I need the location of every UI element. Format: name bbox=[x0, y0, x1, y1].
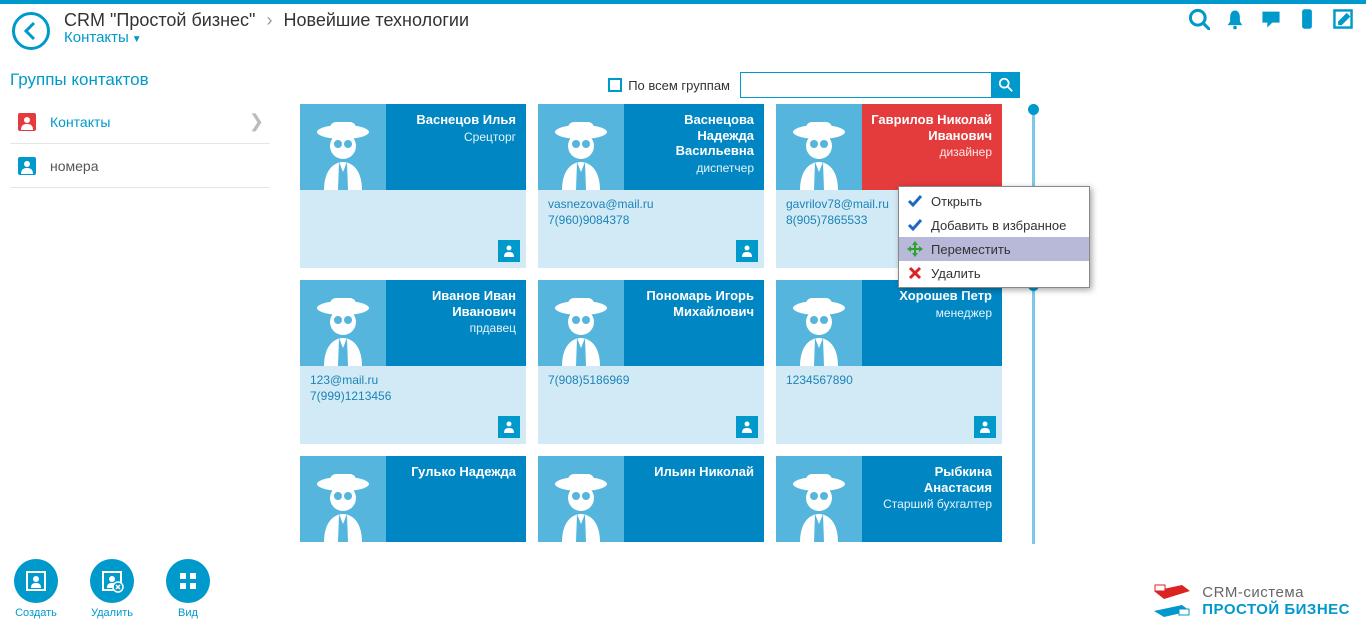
footer-actions: Создать Удалить Вид bbox=[14, 559, 210, 619]
contact-role: прдавец bbox=[394, 321, 516, 335]
contact-role: менеджер bbox=[870, 306, 992, 320]
contact-name: Хорошев Петр bbox=[870, 288, 992, 304]
chevron-down-icon: ▼ bbox=[132, 34, 142, 45]
contact-role: диспетчер bbox=[632, 161, 754, 175]
avatar-icon bbox=[300, 456, 386, 542]
contact-name: Васнецова Надежда Васильевна bbox=[632, 112, 754, 159]
contact-email[interactable]: 1234567890 bbox=[786, 372, 992, 388]
contacts-grid: Васнецов Илья Срецторг Васнецова Надежда… bbox=[300, 104, 1020, 620]
context-menu-item[interactable]: Добавить в избранное bbox=[899, 213, 1089, 237]
avatar-icon bbox=[776, 456, 862, 542]
contact-name: Ильин Николай bbox=[632, 464, 754, 480]
contact-role: Срецторг bbox=[394, 130, 516, 144]
chat-icon[interactable] bbox=[1258, 6, 1284, 32]
avatar-icon bbox=[538, 456, 624, 542]
contact-card[interactable]: Васнецов Илья Срецторг bbox=[300, 104, 526, 268]
delete-button[interactable]: Удалить bbox=[90, 559, 134, 619]
top-toolbar bbox=[1186, 6, 1356, 32]
create-button[interactable]: Создать bbox=[14, 559, 58, 619]
contacts-icon bbox=[14, 109, 40, 135]
move-icon bbox=[907, 241, 923, 257]
checkbox-icon bbox=[608, 78, 622, 92]
sidebar-item-label: номера bbox=[50, 158, 264, 174]
contact-details-button[interactable] bbox=[974, 416, 996, 438]
contact-card[interactable]: Васнецова Надежда Васильевна диспетчер v… bbox=[538, 104, 764, 268]
contact-card[interactable]: Хорошев Петр менеджер 1234567890 bbox=[776, 280, 1002, 444]
contact-role: Старший бухгалтер bbox=[870, 497, 992, 511]
search-input[interactable] bbox=[740, 72, 992, 98]
contact-name: Пономарь Игорь Михайлович bbox=[632, 288, 754, 319]
sidebar-item-label: Контакты bbox=[50, 114, 249, 130]
contact-details-button[interactable] bbox=[736, 416, 758, 438]
contact-name: Гаврилов Николай Иванович bbox=[870, 112, 992, 143]
avatar-icon bbox=[300, 104, 386, 190]
back-button[interactable] bbox=[12, 12, 50, 50]
contact-phone[interactable]: 7(999)1213456 bbox=[310, 388, 516, 404]
avatar-icon bbox=[776, 104, 862, 190]
context-menu-item[interactable]: Удалить bbox=[899, 261, 1089, 285]
contact-name: Гулько Надежда bbox=[394, 464, 516, 480]
timeline-rail bbox=[1032, 104, 1035, 544]
context-menu-label: Удалить bbox=[931, 266, 981, 281]
contact-name: Иванов Иван Иванович bbox=[394, 288, 516, 319]
sidebar-item-numbers[interactable]: номера bbox=[10, 144, 270, 188]
contact-card[interactable]: Рыбкина Анастасия Старший бухгалтер bbox=[776, 456, 1002, 542]
phone-icon[interactable] bbox=[1294, 6, 1320, 32]
numbers-icon bbox=[14, 153, 40, 179]
edit-icon[interactable] bbox=[1330, 6, 1356, 32]
contact-card[interactable]: Гулько Надежда bbox=[300, 456, 526, 542]
breadcrumb-root[interactable]: CRM "Простой бизнес" bbox=[64, 10, 255, 30]
avatar-icon bbox=[538, 104, 624, 190]
brand-line1: CRM-система bbox=[1202, 584, 1350, 601]
breadcrumb-current[interactable]: Новейшие технологии bbox=[283, 10, 469, 30]
header: CRM "Простой бизнес" › Новейшие технолог… bbox=[0, 4, 1366, 60]
breadcrumb: CRM "Простой бизнес" › Новейшие технолог… bbox=[64, 10, 469, 46]
avatar-icon bbox=[300, 280, 386, 366]
search-row: По всем группам bbox=[300, 72, 1020, 98]
sidebar: Группы контактов Контакты ❯ номера bbox=[10, 70, 270, 188]
all-groups-checkbox[interactable]: По всем группам bbox=[608, 78, 730, 93]
brand-line2: ПРОСТОЙ БИЗНЕС bbox=[1202, 601, 1350, 618]
create-label: Создать bbox=[15, 607, 57, 619]
contact-email[interactable]: vasnezova@mail.ru bbox=[548, 196, 754, 212]
contact-details-button[interactable] bbox=[736, 240, 758, 262]
chevron-right-icon: ❯ bbox=[249, 111, 264, 132]
contact-card[interactable]: Ильин Николай bbox=[538, 456, 764, 542]
contact-phone[interactable]: 7(960)9084378 bbox=[548, 212, 754, 228]
avatar-icon bbox=[776, 280, 862, 366]
sidebar-item-contacts[interactable]: Контакты ❯ bbox=[10, 100, 270, 144]
check-icon bbox=[907, 217, 923, 233]
contact-email[interactable]: 123@mail.ru bbox=[310, 372, 516, 388]
contact-name: Васнецов Илья bbox=[394, 112, 516, 128]
view-label: Вид bbox=[178, 607, 198, 619]
contact-card[interactable]: Иванов Иван Иванович прдавец 123@mail.ru… bbox=[300, 280, 526, 444]
context-menu-label: Переместить bbox=[931, 242, 1011, 257]
breadcrumb-separator-icon: › bbox=[266, 10, 272, 30]
context-menu-item[interactable]: Открыть bbox=[899, 189, 1089, 213]
bell-icon[interactable] bbox=[1222, 6, 1248, 32]
search-icon[interactable] bbox=[1186, 6, 1212, 32]
contact-details-button[interactable] bbox=[498, 416, 520, 438]
check-icon bbox=[907, 193, 923, 209]
sidebar-title: Группы контактов bbox=[10, 70, 270, 90]
contact-card[interactable]: Пономарь Игорь Михайлович 7(908)5186969 bbox=[538, 280, 764, 444]
search-button[interactable] bbox=[992, 72, 1020, 98]
contact-email[interactable]: 7(908)5186969 bbox=[548, 372, 754, 388]
del-icon bbox=[907, 265, 923, 281]
brand-logo: CRM-система ПРОСТОЙ БИЗНЕС bbox=[1152, 583, 1350, 619]
context-menu-item[interactable]: Переместить bbox=[899, 237, 1089, 261]
delete-label: Удалить bbox=[91, 607, 133, 619]
contact-role: дизайнер bbox=[870, 145, 992, 159]
contact-name: Рыбкина Анастасия bbox=[870, 464, 992, 495]
contact-details-button[interactable] bbox=[498, 240, 520, 262]
timeline-dot bbox=[1028, 104, 1039, 115]
all-groups-label: По всем группам bbox=[628, 78, 730, 93]
context-menu: Открыть Добавить в избранное Переместить Уд… bbox=[898, 186, 1090, 288]
view-button[interactable]: Вид bbox=[166, 559, 210, 619]
context-menu-label: Открыть bbox=[931, 194, 982, 209]
context-menu-label: Добавить в избранное bbox=[931, 218, 1066, 233]
breadcrumb-dropdown[interactable]: Контакты▼ bbox=[64, 29, 469, 46]
avatar-icon bbox=[538, 280, 624, 366]
logo-icon bbox=[1152, 583, 1192, 619]
